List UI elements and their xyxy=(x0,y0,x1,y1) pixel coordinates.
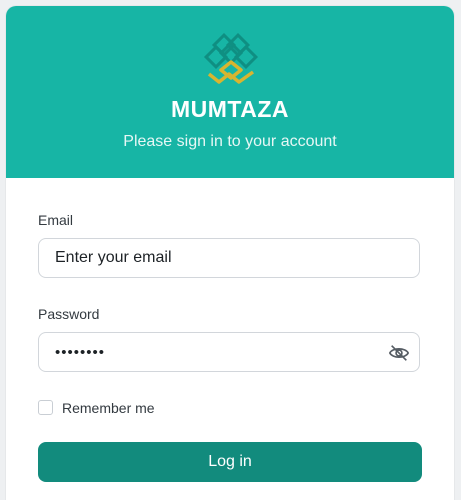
brand-name: MUMTAZA xyxy=(170,96,290,122)
email-placeholder: Enter your email xyxy=(55,249,172,266)
eye-off-icon[interactable] xyxy=(388,342,410,364)
remember-me-checkbox[interactable] xyxy=(38,400,53,415)
password-field[interactable]: •••••••• xyxy=(38,332,420,372)
sign-in-subtitle: Please sign in to your account xyxy=(123,133,337,150)
login-header: MUMTAZA Please sign in to your account xyxy=(6,6,454,178)
password-label: Password xyxy=(38,306,100,322)
login-button[interactable]: Log in xyxy=(38,442,422,482)
password-value: •••••••• xyxy=(55,344,106,361)
mumtaza-logo xyxy=(203,32,259,84)
remember-me-label[interactable]: Remember me xyxy=(62,400,155,416)
email-label: Email xyxy=(38,212,74,228)
email-field[interactable]: Enter your email xyxy=(38,238,420,278)
login-card: MUMTAZA Please sign in to your account E… xyxy=(6,6,454,500)
